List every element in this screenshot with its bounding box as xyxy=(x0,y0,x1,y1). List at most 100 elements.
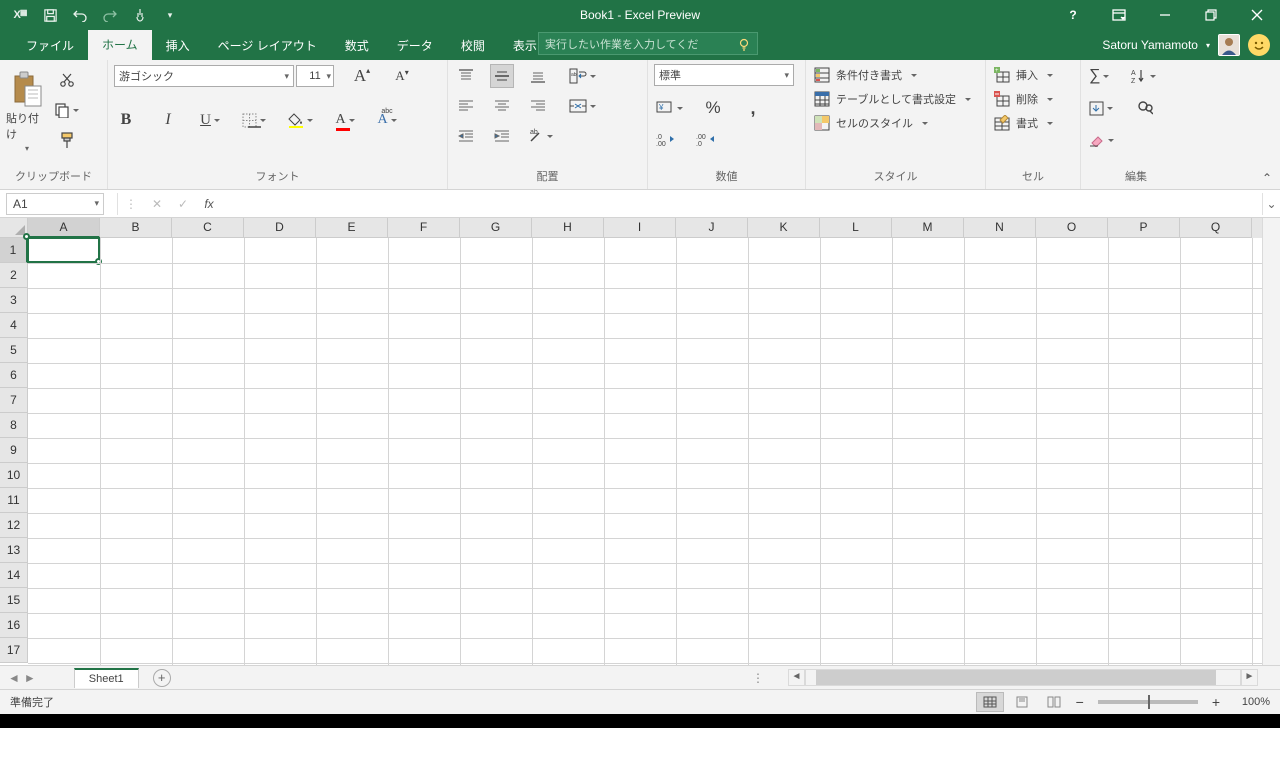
font-size-combo[interactable]: 11 xyxy=(296,65,334,87)
align-middle-button[interactable] xyxy=(490,64,514,88)
column-header-I[interactable]: I xyxy=(604,218,676,238)
expand-formula-bar-button[interactable]: ⌄ xyxy=(1262,193,1280,215)
row-header-8[interactable]: 8 xyxy=(0,413,28,438)
formula-input[interactable] xyxy=(222,193,1262,215)
sheet-tab-1[interactable]: Sheet1 xyxy=(74,668,139,688)
font-color-button[interactable]: A xyxy=(333,108,357,132)
formula-options-icon[interactable]: ⋮ xyxy=(118,197,144,211)
row-header-16[interactable]: 16 xyxy=(0,613,28,638)
column-header-A[interactable]: A xyxy=(28,218,100,238)
wrap-text-button[interactable]: ab xyxy=(567,64,598,88)
ribbon-display-button[interactable] xyxy=(1096,0,1142,30)
conditional-formatting-button[interactable]: 条件付き書式 xyxy=(812,66,979,84)
column-header-O[interactable]: O xyxy=(1036,218,1108,238)
bold-button[interactable]: B xyxy=(114,108,138,132)
zoom-slider[interactable] xyxy=(1098,700,1198,704)
font-name-combo[interactable]: 游ゴシック xyxy=(114,65,294,87)
row-header-10[interactable]: 10 xyxy=(0,463,28,488)
save-button[interactable] xyxy=(36,1,64,29)
delete-cells-button[interactable]: 削除 xyxy=(992,90,1074,108)
format-cells-button[interactable]: 書式 xyxy=(992,114,1074,132)
align-left-button[interactable] xyxy=(454,94,478,118)
format-painter-button[interactable] xyxy=(52,128,81,152)
hscroll-right[interactable]: ► xyxy=(1241,669,1258,686)
tab-data[interactable]: データ xyxy=(383,31,447,60)
selection-handle-tl[interactable] xyxy=(23,233,30,240)
fill-color-button[interactable] xyxy=(286,108,315,132)
enter-formula-button[interactable]: ✓ xyxy=(170,197,196,211)
column-header-E[interactable]: E xyxy=(316,218,388,238)
restore-button[interactable] xyxy=(1188,0,1234,30)
name-box[interactable]: A1 xyxy=(6,193,104,215)
paste-button[interactable]: 貼り付け ▾ xyxy=(6,64,48,153)
page-layout-view-button[interactable] xyxy=(1008,692,1036,712)
cells-area[interactable] xyxy=(28,238,1262,665)
column-header-K[interactable]: K xyxy=(748,218,820,238)
zoom-in-button[interactable]: + xyxy=(1208,694,1224,710)
accounting-format-button[interactable]: ¥ xyxy=(654,96,685,120)
user-avatar[interactable] xyxy=(1218,34,1240,56)
insert-cells-button[interactable]: +挿入 xyxy=(992,66,1074,84)
row-header-13[interactable]: 13 xyxy=(0,538,28,563)
orientation-button[interactable]: ab xyxy=(526,124,555,148)
paste-dropdown-icon[interactable]: ▾ xyxy=(25,144,29,153)
row-header-4[interactable]: 4 xyxy=(0,313,28,338)
user-area[interactable]: Satoru Yamamoto ▾ xyxy=(1102,30,1270,60)
sheet-nav-prev[interactable]: ◄ xyxy=(8,671,20,685)
tab-review[interactable]: 校閲 xyxy=(447,31,499,60)
column-header-M[interactable]: M xyxy=(892,218,964,238)
row-header-6[interactable]: 6 xyxy=(0,363,28,388)
row-header-15[interactable]: 15 xyxy=(0,588,28,613)
close-button[interactable] xyxy=(1234,0,1280,30)
sheet-nav-next[interactable]: ► xyxy=(24,671,36,685)
increase-decimal-button[interactable]: .0.00 xyxy=(654,128,678,152)
row-header-5[interactable]: 5 xyxy=(0,338,28,363)
column-header-J[interactable]: J xyxy=(676,218,748,238)
column-header-Q[interactable]: Q xyxy=(1180,218,1252,238)
row-header-14[interactable]: 14 xyxy=(0,563,28,588)
column-header-N[interactable]: N xyxy=(964,218,1036,238)
find-select-button[interactable] xyxy=(1133,96,1157,120)
increase-font-button[interactable]: A▴ xyxy=(350,64,374,88)
clear-button[interactable] xyxy=(1087,128,1116,152)
cell-styles-button[interactable]: セルのスタイル xyxy=(812,114,979,132)
help-button[interactable]: ? xyxy=(1050,0,1096,30)
insert-function-button[interactable]: fx xyxy=(196,197,222,211)
tab-formulas[interactable]: 数式 xyxy=(331,31,383,60)
tab-home[interactable]: ホーム xyxy=(88,30,152,60)
underline-button[interactable]: U xyxy=(198,108,222,132)
cancel-formula-button[interactable]: ✕ xyxy=(144,197,170,211)
row-header-7[interactable]: 7 xyxy=(0,388,28,413)
phonetic-button[interactable]: abcA xyxy=(375,108,399,132)
column-header-P[interactable]: P xyxy=(1108,218,1180,238)
comma-format-button[interactable]: , xyxy=(741,96,765,120)
qat-customize-button[interactable]: ▾ xyxy=(156,1,184,29)
undo-button[interactable] xyxy=(66,1,94,29)
row-header-9[interactable]: 9 xyxy=(0,438,28,463)
touch-mode-button[interactable] xyxy=(126,1,154,29)
new-sheet-button[interactable]: + xyxy=(153,669,171,687)
row-header-11[interactable]: 11 xyxy=(0,488,28,513)
percent-format-button[interactable]: % xyxy=(701,96,725,120)
feedback-smiley-icon[interactable] xyxy=(1248,34,1270,56)
align-bottom-button[interactable] xyxy=(526,64,550,88)
column-header-B[interactable]: B xyxy=(100,218,172,238)
autosum-button[interactable]: ∑ xyxy=(1087,64,1111,88)
zoom-level[interactable]: 100% xyxy=(1228,696,1270,708)
column-header-H[interactable]: H xyxy=(532,218,604,238)
borders-button[interactable] xyxy=(240,108,268,132)
column-header-C[interactable]: C xyxy=(172,218,244,238)
page-break-view-button[interactable] xyxy=(1040,692,1068,712)
decrease-font-button[interactable]: A▾ xyxy=(390,64,414,88)
horizontal-scrollbar[interactable]: ◄ ► xyxy=(788,669,1258,686)
format-as-table-button[interactable]: テーブルとして書式設定 xyxy=(812,90,979,108)
align-center-button[interactable] xyxy=(490,94,514,118)
row-header-12[interactable]: 12 xyxy=(0,513,28,538)
column-header-F[interactable]: F xyxy=(388,218,460,238)
tab-file[interactable]: ファイル xyxy=(12,31,88,60)
row-header-3[interactable]: 3 xyxy=(0,288,28,313)
align-top-button[interactable] xyxy=(454,64,478,88)
redo-button[interactable] xyxy=(96,1,124,29)
row-header-17[interactable]: 17 xyxy=(0,638,28,663)
column-header-G[interactable]: G xyxy=(460,218,532,238)
